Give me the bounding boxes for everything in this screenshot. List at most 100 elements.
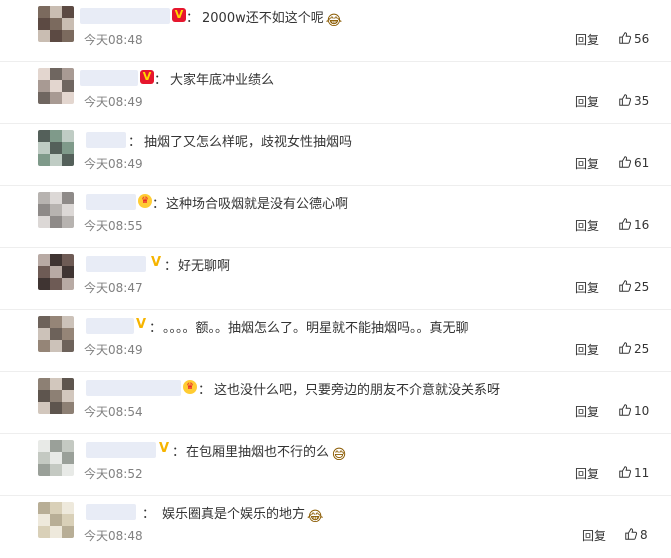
comment-time: 今天08:49 (84, 341, 143, 358)
comment-text-content: 娱乐圈真是个娱乐的地方 (162, 507, 306, 522)
like-button[interactable]: 61 (618, 155, 649, 170)
time-value: 08:55 (108, 219, 143, 233)
verified-badge-icon: V (172, 8, 186, 22)
comment-item: V：好无聊啊今天08:47 回复 25 (0, 248, 671, 310)
like-button[interactable]: 10 (618, 403, 649, 418)
verified-badge-icon: V (150, 255, 162, 270)
username[interactable] (86, 318, 134, 334)
thumbs-up-icon (619, 32, 632, 44)
comment-item: ： 娱乐圈真是个娱乐的地方 😂 今天08:48 回复 8 (0, 496, 671, 558)
colon-separator: ： (128, 135, 142, 150)
comment-text: 。。。。额。。抽烟怎么了。明星就不能抽烟吗。。真无聊 (163, 317, 469, 336)
thumbs-up-icon (619, 94, 632, 106)
reply-button[interactable]: 回复 (575, 403, 599, 420)
comment-list: V： 2000w还不如这个呢 😂 今天08:48 回复 56 V：大家年底冲业绩么 今天08:… (0, 0, 671, 555)
username[interactable] (80, 70, 138, 86)
username[interactable] (86, 504, 136, 520)
like-count: 10 (634, 404, 650, 418)
time-value: 08:49 (108, 343, 143, 357)
thumbs-up-icon (619, 218, 632, 230)
avatar[interactable] (38, 130, 74, 166)
time-prefix: 今天 (84, 157, 109, 171)
like-button[interactable]: 35 (618, 93, 649, 108)
avatar[interactable] (38, 440, 74, 476)
thumbs-up-icon (619, 156, 632, 168)
verified-badge-icon: V (158, 441, 170, 456)
reply-button[interactable]: 回复 (582, 527, 606, 544)
colon-separator: ： (149, 321, 163, 336)
username[interactable] (86, 442, 156, 458)
time-prefix: 今天 (84, 281, 109, 295)
colon-separator: ： (164, 259, 178, 274)
comment-item: V：大家年底冲业绩么今天08:49 回复 35 (0, 62, 671, 124)
comment-item: V：。。。。额。。抽烟怎么了。明星就不能抽烟吗。。真无聊 今天08:49 回复 25 (0, 310, 671, 372)
like-count: 11 (634, 466, 650, 480)
time-prefix: 今天 (84, 219, 109, 233)
username[interactable] (86, 132, 126, 148)
reply-button[interactable]: 回复 (575, 155, 599, 172)
reply-button[interactable]: 回复 (575, 341, 599, 358)
avatar[interactable] (38, 378, 74, 414)
comment-time: 今天08:52 (84, 465, 143, 482)
time-prefix: 今天 (84, 343, 109, 357)
time-prefix: 今天 (84, 95, 109, 109)
comment-text: 娱乐圈真是个娱乐的地方 😂 (162, 503, 323, 525)
comment-text: 这种场合吸烟就是没有公德心啊 (166, 193, 348, 212)
like-button[interactable]: 16 (618, 217, 649, 232)
like-count: 61 (634, 156, 650, 170)
comment-text-content: 在包厢里抽烟也不行的么 (186, 445, 330, 460)
verified-badge-icon: V (140, 70, 154, 84)
comment-text-content: 大家年底冲业绩么 (170, 73, 275, 88)
reply-button[interactable]: 回复 (575, 279, 599, 296)
time-value: 08:49 (108, 95, 143, 109)
comment-text-content: 这也没什么吧，只要旁边的朋友不介意就没关系呀 (214, 383, 501, 398)
colon-separator: ： (172, 445, 186, 460)
avatar[interactable] (38, 6, 74, 42)
thumbs-up-icon (619, 342, 632, 354)
comment-time: 今天08:55 (84, 217, 143, 234)
like-button[interactable]: 8 (624, 527, 648, 542)
comment-time: 今天08:47 (84, 279, 143, 296)
comment-text-content: 好无聊啊 (178, 259, 231, 274)
like-button[interactable]: 25 (618, 279, 649, 294)
colon-separator: ： (142, 507, 156, 522)
avatar[interactable] (38, 502, 74, 538)
like-button[interactable]: 56 (618, 31, 649, 46)
time-value: 08:48 (108, 33, 143, 47)
laughing-tears-emoji-icon: 😂 (325, 13, 343, 29)
comment-text: 在包厢里抽烟也不行的么 😅 (186, 441, 347, 463)
colon-separator: ： (186, 11, 200, 26)
avatar[interactable] (38, 316, 74, 352)
comment-item: ♛：这也没什么吧，只要旁边的朋友不介意就没关系呀 今天08:54 回复 10 (0, 372, 671, 434)
like-button[interactable]: 11 (618, 465, 649, 480)
comment-text-content: 这种场合吸烟就是没有公德心啊 (166, 197, 349, 212)
avatar[interactable] (38, 192, 74, 228)
avatar[interactable] (38, 68, 74, 104)
reply-button[interactable]: 回复 (575, 31, 599, 48)
reply-button[interactable]: 回复 (575, 465, 599, 482)
reply-button[interactable]: 回复 (575, 93, 599, 110)
like-button[interactable]: 25 (618, 341, 649, 356)
crown-badge-icon: ♛ (183, 380, 197, 394)
like-count: 25 (634, 342, 650, 356)
laughing-tears-emoji-icon: 😂 (307, 509, 324, 525)
comment-item: V： 2000w还不如这个呢 😂 今天08:48 回复 56 (0, 0, 671, 62)
colon-separator: ： (198, 383, 212, 398)
colon-separator: ： (152, 197, 166, 212)
time-value: 08:54 (108, 405, 143, 419)
username[interactable] (80, 8, 170, 24)
username[interactable] (86, 194, 136, 210)
comment-text: 抽烟了又怎么样呢，歧视女性抽烟吗 (144, 131, 352, 150)
username[interactable] (86, 256, 146, 272)
comment-time: 今天08:49 (84, 155, 143, 172)
comment-text: 大家年底冲业绩么 (170, 69, 274, 88)
colon-separator: ： (154, 73, 168, 88)
thumbs-up-icon (619, 404, 632, 416)
comment-text: 好无聊啊 (178, 255, 230, 274)
reply-button[interactable]: 回复 (575, 217, 599, 234)
avatar[interactable] (38, 254, 74, 290)
username[interactable] (86, 380, 181, 396)
time-prefix: 今天 (84, 467, 109, 481)
comment-text-content: 抽烟了又怎么样呢，歧视女性抽烟吗 (144, 135, 353, 150)
comment-item: ：抽烟了又怎么样呢，歧视女性抽烟吗 今天08:49 回复 61 (0, 124, 671, 186)
